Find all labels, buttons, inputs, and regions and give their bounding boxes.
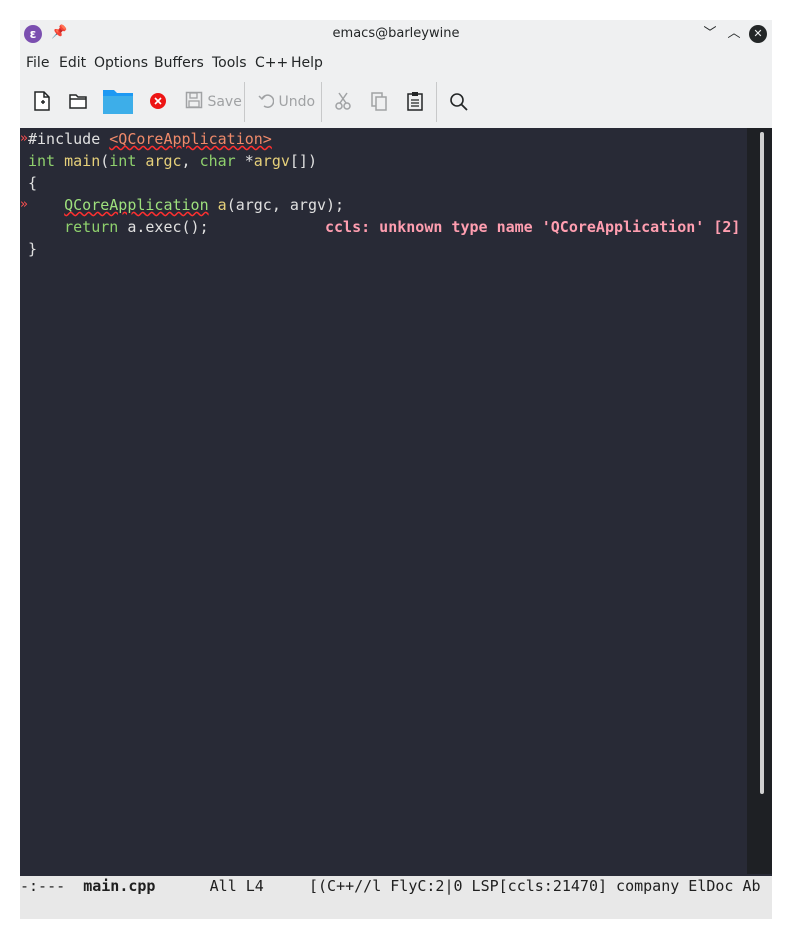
menu-buffers[interactable]: Buffers xyxy=(154,55,204,71)
close-button[interactable]: ✕ xyxy=(749,25,767,43)
code-text: , xyxy=(181,152,200,170)
toolbar-separator xyxy=(321,82,322,122)
code-line-5: return a.exec(); xyxy=(28,216,209,238)
code-line-4: QCoreApplication a(argc, argv); xyxy=(28,194,344,216)
copy-icon[interactable] xyxy=(370,90,388,114)
code-line-6: } xyxy=(28,240,38,258)
parameter-name: argc xyxy=(145,152,182,170)
dired-folder-icon[interactable] xyxy=(102,86,134,114)
menu-edit[interactable]: Edit xyxy=(59,55,86,71)
paste-icon[interactable] xyxy=(406,90,424,114)
mode-line: -:--- main.cpp All L4 [(C++//l FlyC:2|0 … xyxy=(20,876,772,897)
include-path-error: <QCoreApplication> xyxy=(109,130,272,148)
cut-icon[interactable] xyxy=(334,90,352,114)
undo-label: Undo xyxy=(278,94,316,110)
code-text: ( xyxy=(100,152,110,170)
title-bar[interactable]: ε 📌 emacs@barleywine ﹀ ︿ ✕ xyxy=(20,20,772,48)
toolbar-separator xyxy=(436,82,437,122)
scrollbar-thumb[interactable] xyxy=(760,132,764,794)
minibuffer[interactable] xyxy=(20,897,772,919)
function-name: main xyxy=(64,152,101,170)
error-fringe-icon: » xyxy=(20,131,28,146)
menu-cpp[interactable]: C++ xyxy=(255,55,288,71)
menu-help[interactable]: Help xyxy=(291,55,323,71)
save-icon xyxy=(185,91,203,110)
emacs-window: ε 📌 emacs@barleywine ﹀ ︿ ✕ File Edit Opt… xyxy=(20,20,772,919)
tool-bar: Save Undo xyxy=(20,76,772,129)
window-title: emacs@barleywine xyxy=(332,26,460,41)
menu-bar: File Edit Options Buffers Tools C++ Help xyxy=(20,48,772,76)
code-line-3: { xyxy=(28,174,38,192)
code-editor[interactable]: » » #include <QCoreApplication> int main… xyxy=(20,128,747,874)
minimize-button[interactable]: ﹀ xyxy=(700,24,720,44)
cursor-position: All L4 xyxy=(155,877,309,895)
error-fringe-icon: » xyxy=(20,197,28,212)
code-line-2: int main(int argc, char *argv[]) xyxy=(28,150,317,172)
code-text: []) xyxy=(289,152,317,170)
toolbar-separator xyxy=(244,82,245,122)
search-icon[interactable] xyxy=(449,90,469,114)
buffer-status: -:--- xyxy=(20,877,84,895)
open-folder-icon[interactable] xyxy=(68,90,88,114)
code-text: a.exec(); xyxy=(118,218,209,236)
lsp-diagnostic-message: ccls: unknown type name 'QCoreApplicatio… xyxy=(325,218,741,236)
keyword: return xyxy=(64,218,119,236)
variable-name: a xyxy=(217,196,227,214)
unknown-type-error: QCoreApplication xyxy=(64,196,209,214)
menu-tools[interactable]: Tools xyxy=(212,55,247,71)
keyword: int xyxy=(109,152,137,170)
vertical-scrollbar[interactable] xyxy=(747,128,772,874)
save-label: Save xyxy=(207,94,242,110)
undo-icon xyxy=(258,94,275,110)
buffer-name[interactable]: main.cpp xyxy=(83,877,155,895)
minor-modes[interactable]: [(C++//l FlyC:2|0 LSP[ccls:21470] compan… xyxy=(309,877,761,895)
code-line-1: #include <QCoreApplication> xyxy=(28,128,272,150)
code-text: (argc, argv); xyxy=(226,196,345,214)
code-text: * xyxy=(235,152,254,170)
keyword: char xyxy=(199,152,236,170)
kill-buffer-icon[interactable] xyxy=(149,90,169,114)
menu-options[interactable]: Options xyxy=(94,55,148,71)
menu-file[interactable]: File xyxy=(26,55,49,71)
undo-button[interactable]: Undo xyxy=(258,90,315,114)
preprocessor-directive: #include xyxy=(28,130,110,148)
save-button[interactable]: Save xyxy=(185,90,242,114)
new-file-icon[interactable] xyxy=(32,90,52,114)
keyword: int xyxy=(28,152,56,170)
parameter-name: argv xyxy=(253,152,290,170)
maximize-button[interactable]: ︿ xyxy=(724,24,744,44)
